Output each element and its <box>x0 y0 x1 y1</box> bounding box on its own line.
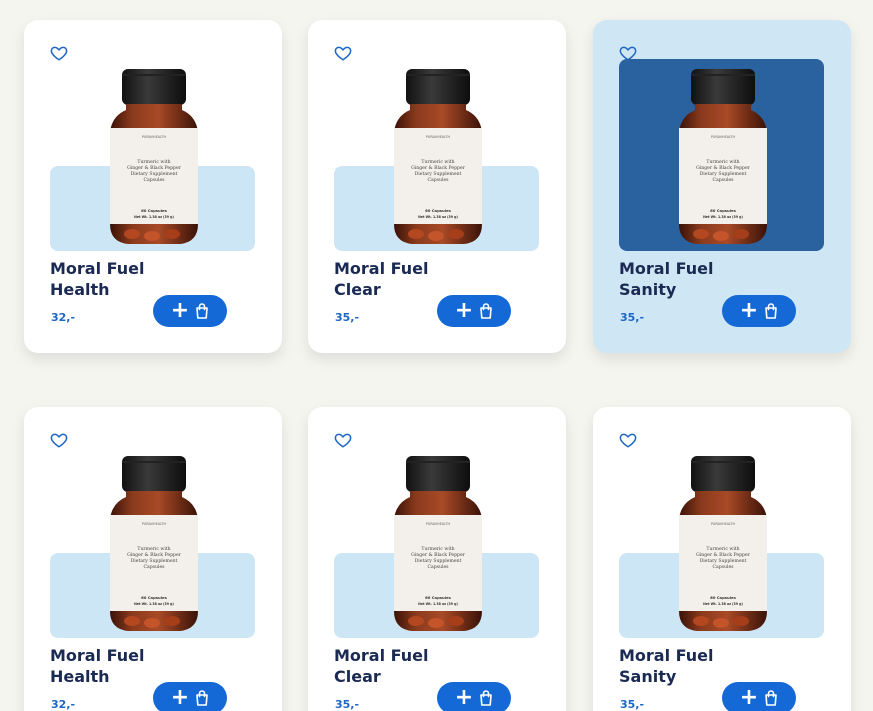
product-name[interactable]: Moral Fuel Clear <box>334 645 464 687</box>
product-name-line1: Moral Fuel <box>334 646 429 665</box>
product-name-line1: Moral Fuel <box>619 646 714 665</box>
product-name[interactable]: Moral Fuel Sanity <box>619 258 749 300</box>
svg-text:Dietary Supplement: Dietary Supplement <box>131 558 178 564</box>
product-name-line1: Moral Fuel <box>50 259 145 278</box>
shopping-bag-icon <box>764 690 778 706</box>
favorite-heart-icon[interactable] <box>50 431 68 449</box>
plus-icon: + <box>739 685 759 710</box>
svg-text:Turmeric with: Turmeric with <box>137 159 170 165</box>
add-to-cart-button[interactable]: + <box>437 682 511 711</box>
svg-text:60 Capsules: 60 Capsules <box>141 595 168 600</box>
svg-text:60 Capsules: 60 Capsules <box>141 208 168 213</box>
product-card[interactable]: PURAVHEALTH Turmeric with Ginger & Black P… <box>593 20 851 353</box>
svg-text:Turmeric with: Turmeric with <box>706 159 739 165</box>
svg-text:60 Capsules: 60 Capsules <box>710 595 737 600</box>
product-name-line1: Moral Fuel <box>619 259 714 278</box>
svg-text:Capsules: Capsules <box>427 564 449 570</box>
shopping-bag-icon <box>479 690 493 706</box>
favorite-heart-icon[interactable] <box>334 44 352 62</box>
product-card[interactable]: PURAVHEALTH Turmeric with Ginger & Black P… <box>24 407 282 711</box>
svg-text:Turmeric with: Turmeric with <box>421 159 454 165</box>
product-card[interactable]: PURAVHEALTH Turmeric with Ginger & Black P… <box>593 407 851 711</box>
svg-text:Ginger & Black Pepper: Ginger & Black Pepper <box>411 552 466 558</box>
product-price: 32,- <box>51 698 76 711</box>
svg-text:60 Capsules: 60 Capsules <box>425 208 452 213</box>
product-price: 35,- <box>335 698 360 711</box>
svg-text:PURAVHEALTH: PURAVHEALTH <box>711 135 736 139</box>
svg-text:Ginger & Black Pepper: Ginger & Black Pepper <box>127 552 182 558</box>
favorite-heart-icon[interactable] <box>334 431 352 449</box>
svg-text:Dietary Supplement: Dietary Supplement <box>131 171 178 177</box>
svg-text:Net Wt. 1.38 oz (39 g): Net Wt. 1.38 oz (39 g) <box>134 215 174 219</box>
plus-icon: + <box>170 685 190 710</box>
svg-text:Dietary Supplement: Dietary Supplement <box>700 171 747 177</box>
product-name[interactable]: Moral Fuel Sanity <box>619 645 749 687</box>
product-image[interactable]: PURAVHEALTH Turmeric with Ginger & Black P… <box>677 455 769 633</box>
product-image[interactable]: PURAVHEALTH Turmeric with Ginger & Black P… <box>392 68 484 246</box>
add-to-cart-button[interactable]: + <box>153 295 227 327</box>
favorite-heart-icon[interactable] <box>619 431 637 449</box>
svg-text:Dietary Supplement: Dietary Supplement <box>415 171 462 177</box>
product-name-line1: Moral Fuel <box>50 646 145 665</box>
svg-text:PURAVHEALTH: PURAVHEALTH <box>711 522 736 526</box>
svg-text:Turmeric with: Turmeric with <box>137 546 170 552</box>
svg-text:Turmeric with: Turmeric with <box>706 546 739 552</box>
product-price: 35,- <box>335 311 360 324</box>
svg-text:Ginger & Black Pepper: Ginger & Black Pepper <box>696 552 751 558</box>
product-price: 32,- <box>51 311 76 324</box>
svg-text:PURAVHEALTH: PURAVHEALTH <box>142 522 167 526</box>
svg-text:Turmeric with: Turmeric with <box>421 546 454 552</box>
svg-text:Net Wt. 1.38 oz (39 g): Net Wt. 1.38 oz (39 g) <box>703 215 743 219</box>
product-card[interactable]: PURAVHEALTH Turmeric with Ginger & Black P… <box>308 20 566 353</box>
svg-text:PURAVHEALTH: PURAVHEALTH <box>142 135 167 139</box>
shopping-bag-icon <box>195 303 209 319</box>
svg-text:Net Wt. 1.38 oz (39 g): Net Wt. 1.38 oz (39 g) <box>703 602 743 606</box>
svg-text:PURAVHEALTH: PURAVHEALTH <box>426 135 451 139</box>
svg-text:Dietary Supplement: Dietary Supplement <box>415 558 462 564</box>
product-name-line1: Moral Fuel <box>334 259 429 278</box>
add-to-cart-button[interactable]: + <box>437 295 511 327</box>
product-card[interactable]: PURAVHEALTH Turmeric with Ginger & Black P… <box>24 20 282 353</box>
shopping-bag-icon <box>479 303 493 319</box>
svg-text:Capsules: Capsules <box>143 177 165 183</box>
svg-text:Ginger & Black Pepper: Ginger & Black Pepper <box>411 165 466 171</box>
svg-text:Ginger & Black Pepper: Ginger & Black Pepper <box>696 165 751 171</box>
add-to-cart-button[interactable]: + <box>153 682 227 711</box>
svg-text:Ginger & Black Pepper: Ginger & Black Pepper <box>127 165 182 171</box>
product-name[interactable]: Moral Fuel Health <box>50 645 180 687</box>
product-image[interactable]: PURAVHEALTH Turmeric with Ginger & Black P… <box>108 455 200 633</box>
svg-text:Capsules: Capsules <box>427 177 449 183</box>
product-name[interactable]: Moral Fuel Clear <box>334 258 464 300</box>
product-price: 35,- <box>620 311 645 324</box>
svg-text:Capsules: Capsules <box>143 564 165 570</box>
svg-text:PURAVHEALTH: PURAVHEALTH <box>426 522 451 526</box>
shopping-bag-icon <box>195 690 209 706</box>
svg-text:Dietary Supplement: Dietary Supplement <box>700 558 747 564</box>
svg-text:Net Wt. 1.38 oz (39 g): Net Wt. 1.38 oz (39 g) <box>134 602 174 606</box>
favorite-heart-icon[interactable] <box>50 44 68 62</box>
plus-icon: + <box>454 298 474 323</box>
svg-text:Net Wt. 1.38 oz (39 g): Net Wt. 1.38 oz (39 g) <box>418 602 458 606</box>
svg-text:Capsules: Capsules <box>712 177 734 183</box>
product-grid: PURAVHEALTH Turmeric with Ginger & Black P… <box>0 0 873 711</box>
svg-text:Capsules: Capsules <box>712 564 734 570</box>
plus-icon: + <box>454 685 474 710</box>
product-image[interactable]: PURAVHEALTH Turmeric with Ginger & Black P… <box>677 68 769 246</box>
shopping-bag-icon <box>764 303 778 319</box>
plus-icon: + <box>739 298 759 323</box>
add-to-cart-button[interactable]: + <box>722 682 796 711</box>
svg-text:Net Wt. 1.38 oz (39 g): Net Wt. 1.38 oz (39 g) <box>418 215 458 219</box>
add-to-cart-button[interactable]: + <box>722 295 796 327</box>
product-image[interactable]: PURAVHEALTH Turmeric with Ginger & Black P… <box>108 68 200 246</box>
svg-text:60 Capsules: 60 Capsules <box>425 595 452 600</box>
product-name[interactable]: Moral Fuel Health <box>50 258 180 300</box>
product-card[interactable]: PURAVHEALTH Turmeric with Ginger & Black P… <box>308 407 566 711</box>
svg-text:60 Capsules: 60 Capsules <box>710 208 737 213</box>
product-image[interactable]: PURAVHEALTH Turmeric with Ginger & Black P… <box>392 455 484 633</box>
product-price: 35,- <box>620 698 645 711</box>
plus-icon: + <box>170 298 190 323</box>
